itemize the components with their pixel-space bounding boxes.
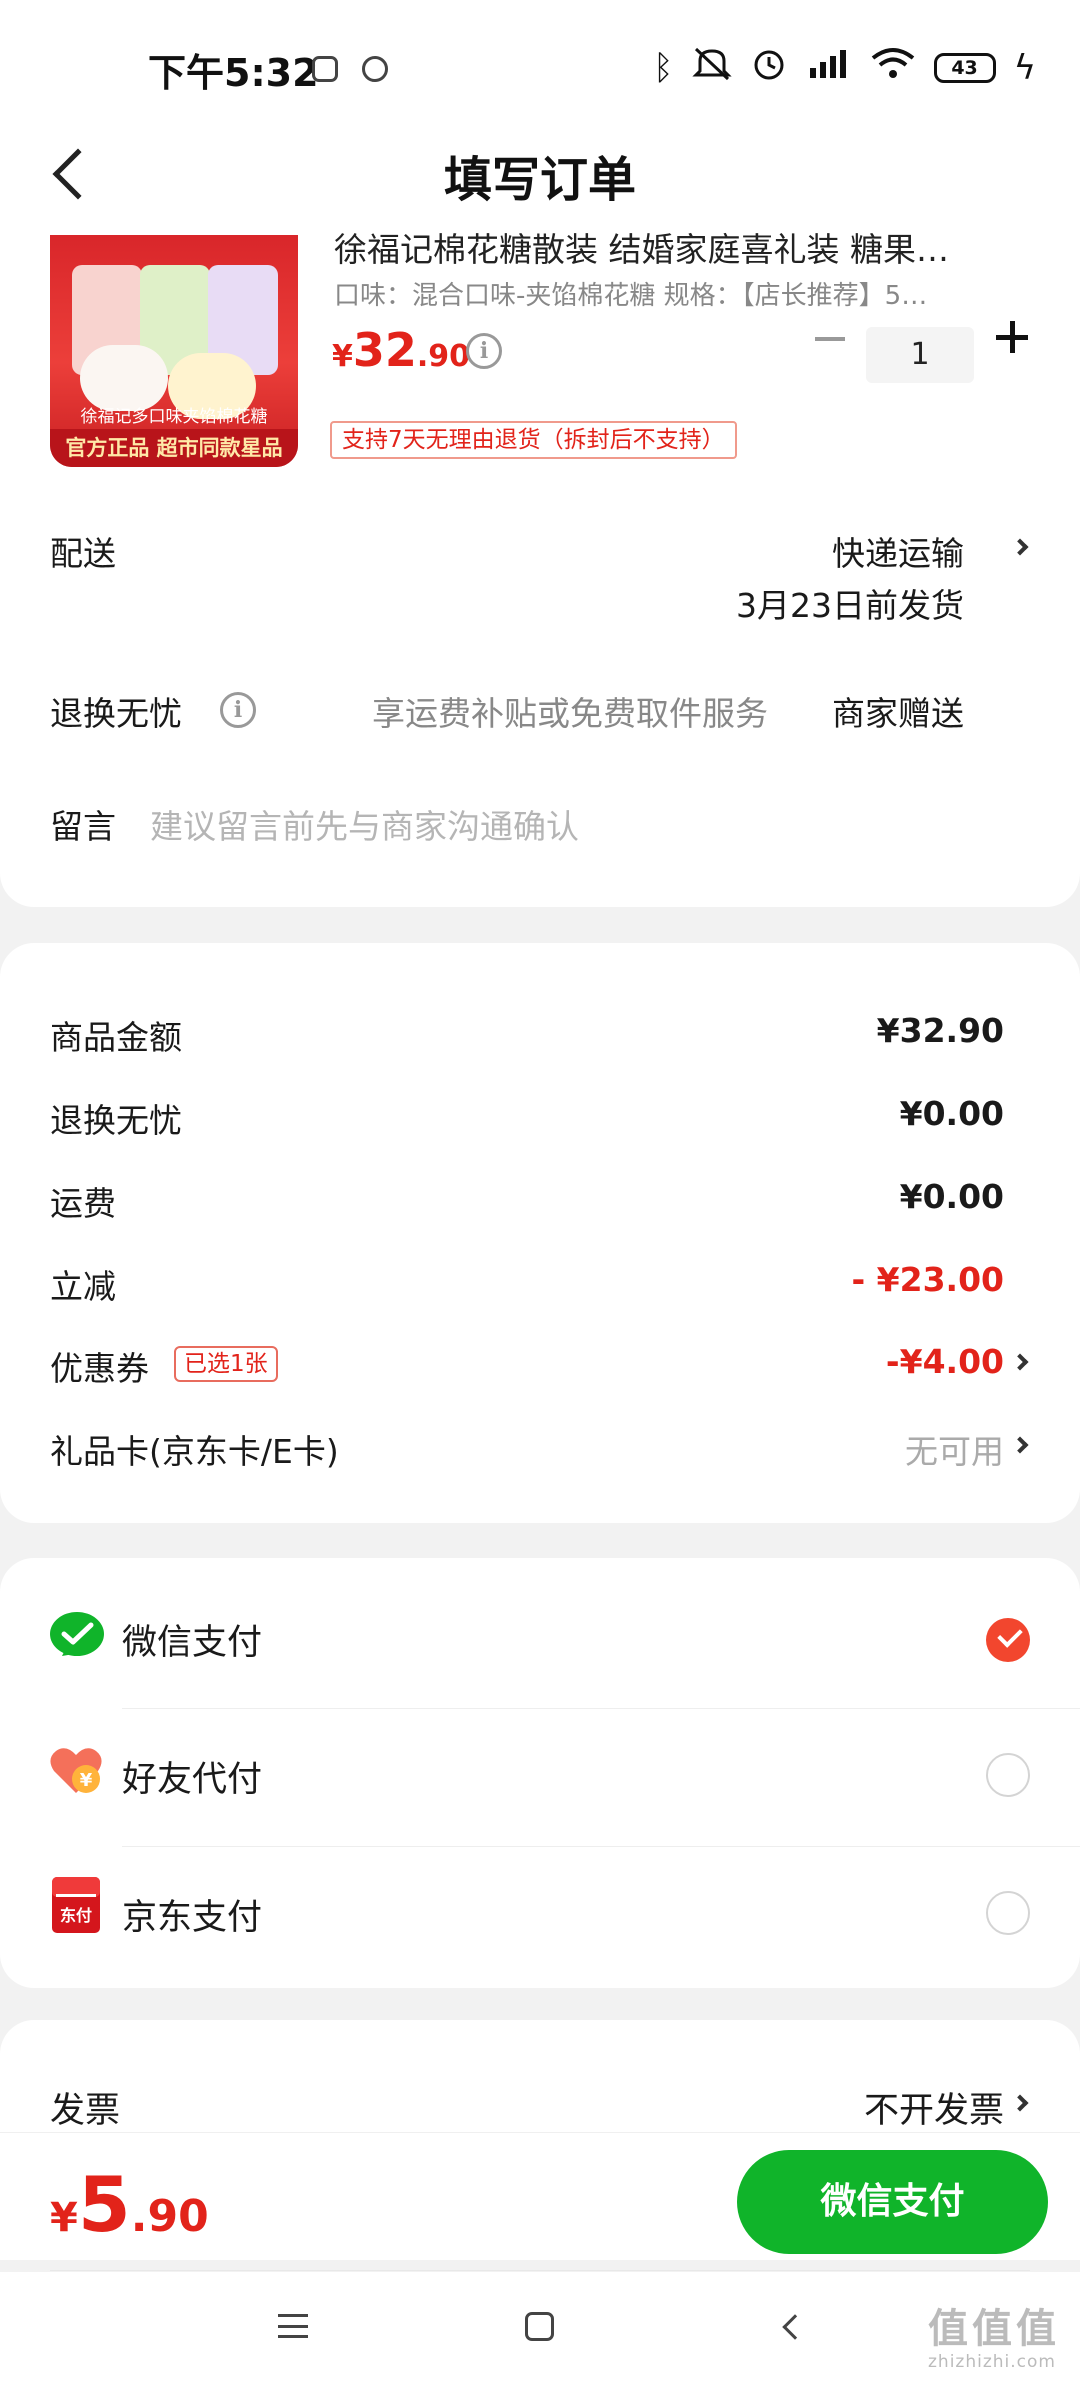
product-image-caption: 徐福记多口味夹馅棉花糖 <box>80 407 268 427</box>
status-bar: 下午5:32 ᛒ 43 ϟ <box>0 0 1080 120</box>
summary-value-goods: ¥32.90 <box>876 1011 1004 1050</box>
summary-value-coupon[interactable]: -¥4.00 <box>886 1342 1004 1381</box>
invoice-value[interactable]: 不开发票 <box>864 2082 1004 2133</box>
wifi-icon <box>870 46 916 89</box>
svg-text:东付: 东付 <box>60 1906 92 1925</box>
worry-free-label: 退换无忧 <box>50 694 182 733</box>
product-price: ¥32.90 <box>332 323 471 377</box>
status-icons: ᛒ 43 ϟ <box>653 44 1036 91</box>
coupon-selected-tag[interactable]: 已选1张 <box>174 1346 278 1382</box>
summary-label-shipping: 运费 <box>50 1184 116 1223</box>
summary-value-gift-card[interactable]: 无可用 <box>905 1425 1004 1473</box>
worry-free-value: 商家赠送 <box>832 694 964 733</box>
product-spec[interactable]: 口味：混合口味-夹馅棉花糖 规格：【店长推荐】5… <box>334 275 999 312</box>
summary-label-goods: 商品金额 <box>50 1018 182 1057</box>
friend-pay-radio[interactable] <box>986 1753 1030 1797</box>
payment-option-wechat[interactable]: 微信支付 <box>0 1572 1080 1708</box>
divider <box>50 2270 1030 2271</box>
quantity-minus-button[interactable] <box>815 337 845 341</box>
quantity-plus-button[interactable] <box>996 321 1028 353</box>
total-price: ¥5.90 <box>50 2160 209 2249</box>
payment-option-jd[interactable]: 东付 京东支付 <box>0 1847 1080 1983</box>
summary-label-gift-card: 礼品卡(京东卡/E卡) <box>50 1432 339 1471</box>
summary-label-worry-free: 退换无忧 <box>50 1101 182 1140</box>
product-image-band: 官方正品 超市同款星品 <box>50 429 298 467</box>
jd-pay-radio[interactable] <box>986 1891 1030 1935</box>
summary-value-worry-free: ¥0.00 <box>899 1094 1004 1133</box>
payment-label-wechat: 微信支付 <box>122 1623 263 1663</box>
delivery-method[interactable]: 快递运输 <box>832 527 964 575</box>
invoice-chevron-icon[interactable] <box>1011 2094 1029 2112</box>
price-info-icon[interactable]: i <box>466 333 502 369</box>
summary-label-coupon: 优惠券 <box>50 1349 149 1388</box>
invoice-label: 发票 <box>50 2091 121 2131</box>
svg-text:¥: ¥ <box>80 1770 93 1791</box>
friend-pay-heart-icon: ¥ <box>48 1745 104 1801</box>
watermark: 值值值 zhizhizhi.com <box>928 2306 1060 2372</box>
summary-value-discount: - ¥23.00 <box>851 1260 1004 1299</box>
page-title: 填写订单 <box>443 152 636 208</box>
wechat-pay-icon <box>48 1610 106 1668</box>
price-summary-card: 商品金额 ¥32.90 退换无忧 ¥0.00 运费 ¥0.00 立减 - ¥23… <box>0 943 1080 1523</box>
message-input[interactable]: 建议留言前先与商家沟通确认 <box>150 800 579 848</box>
jd-pay-icon: 东付 <box>52 1877 100 1941</box>
delivery-label: 配送 <box>50 534 116 573</box>
return-policy-tag: 支持7天无理由退货（拆封后不支持） <box>330 421 737 459</box>
quantity-value[interactable]: 1 <box>866 327 974 383</box>
app-icon <box>362 56 388 82</box>
system-nav-bar: 值值值 zhizhizhi.com <box>0 2272 1080 2400</box>
mute-icon <box>691 45 732 90</box>
coupon-chevron-icon[interactable] <box>1011 1353 1029 1371</box>
order-card: 徐福记多口味夹馅棉花糖 官方正品 超市同款星品 徐福记棉花糖散装 结婚家庭喜礼装… <box>0 230 1080 907</box>
back-nav-icon[interactable] <box>782 2314 808 2340</box>
product-image[interactable]: 徐福记多口味夹馅棉花糖 官方正品 超市同款星品 <box>50 235 298 467</box>
charging-icon: ϟ <box>1013 47 1036 88</box>
product-title[interactable]: 徐福记棉花糖散装 结婚家庭喜礼装 糖果… <box>334 223 1034 271</box>
summary-value-shipping: ¥0.00 <box>899 1177 1004 1216</box>
signal-icon <box>806 46 852 89</box>
worry-free-info-icon[interactable]: i <box>220 692 256 728</box>
battery-icon: 43 <box>933 52 996 83</box>
wechat-pay-button[interactable]: 微信支付 <box>737 2150 1048 2254</box>
worry-free-desc: 享运费补贴或免费取件服务 <box>372 694 768 733</box>
home-icon[interactable] <box>525 2312 554 2341</box>
alarm-icon <box>750 44 788 91</box>
payment-label-friend: 好友代付 <box>122 1760 263 1800</box>
gift-card-chevron-icon[interactable] <box>1011 1436 1029 1454</box>
delivery-chevron-icon[interactable] <box>1011 538 1029 556</box>
bluetooth-icon: ᛒ <box>653 47 674 88</box>
wechat-icon <box>312 56 338 82</box>
wechat-pay-radio[interactable] <box>986 1618 1030 1662</box>
delivery-date: 3月23日前发货 <box>736 586 964 625</box>
payment-methods-card: 微信支付 ¥ 好友代付 东付 京东支付 <box>0 1558 1080 1988</box>
header: 填写订单 <box>0 120 1080 235</box>
summary-label-discount: 立减 <box>50 1267 116 1306</box>
payment-option-friend[interactable]: ¥ 好友代付 <box>0 1709 1080 1845</box>
invoice-card: 发票 不开发票 ¥5.90 微信支付 <box>0 2020 1080 2260</box>
menu-icon[interactable] <box>278 2314 308 2338</box>
payment-label-jd: 京东支付 <box>122 1898 263 1938</box>
message-label: 留言 <box>50 807 116 846</box>
divider <box>0 2132 1080 2133</box>
status-time: 下午5:32 <box>148 51 319 95</box>
